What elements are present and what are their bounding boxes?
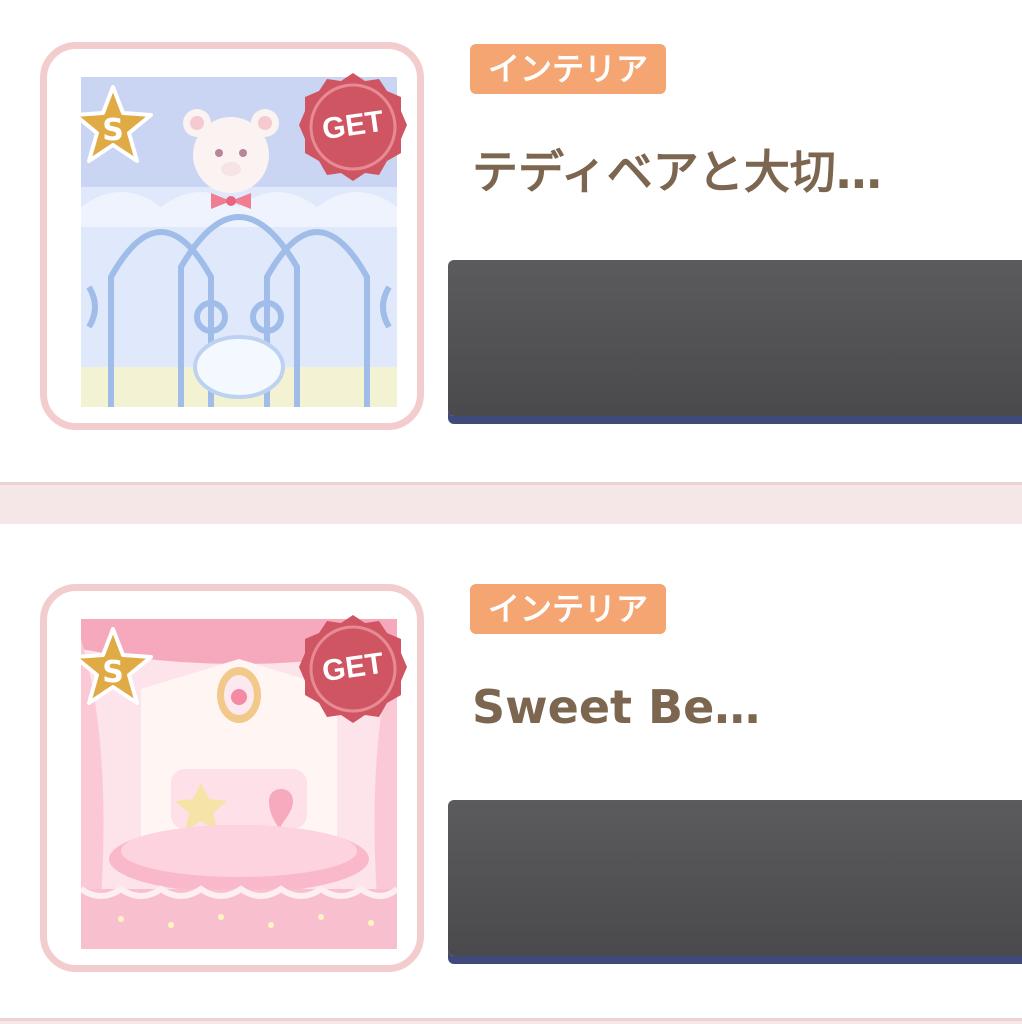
item-thumbnail[interactable]: S GET xyxy=(40,42,424,430)
rank-badge: S xyxy=(71,83,155,167)
action-button[interactable] xyxy=(448,800,1022,956)
get-badge: GET xyxy=(297,71,409,183)
item-card[interactable]: S GET インテリア Sweet Be… xyxy=(0,524,1022,1018)
rank-letter: S xyxy=(102,655,124,690)
item-card[interactable]: S GET インテリア テディベアと大切… xyxy=(0,0,1022,482)
get-badge: GET xyxy=(297,613,409,725)
rank-badge: S xyxy=(71,625,155,709)
item-title: Sweet Be… xyxy=(472,680,761,734)
rank-letter: S xyxy=(102,113,124,148)
action-button[interactable] xyxy=(448,260,1022,416)
category-tag: インテリア xyxy=(470,44,667,94)
list-separator xyxy=(0,482,1022,524)
list-separator xyxy=(0,1018,1022,1024)
category-tag: インテリア xyxy=(470,584,667,634)
item-title: テディベアと大切… xyxy=(472,145,882,199)
item-thumbnail[interactable]: S GET xyxy=(40,584,424,972)
